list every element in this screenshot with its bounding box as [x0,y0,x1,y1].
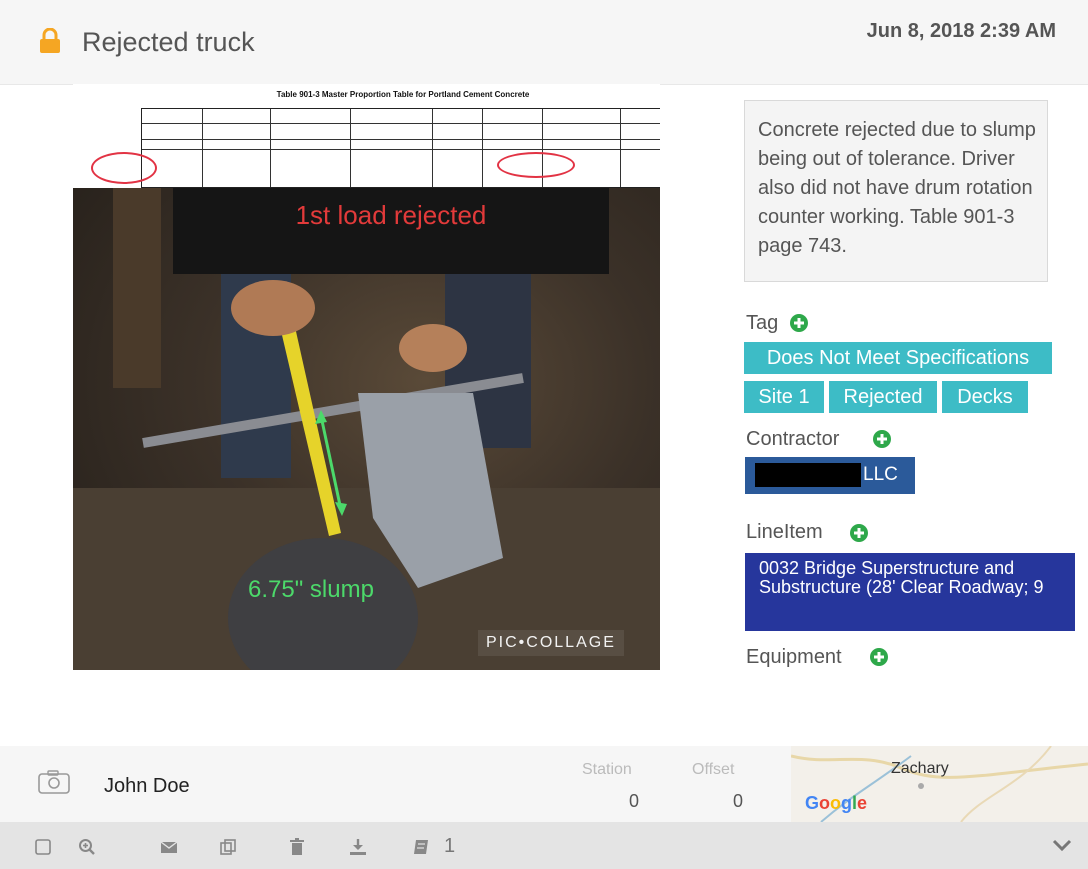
lock-icon [40,28,60,53]
copy-icon[interactable] [219,838,237,856]
station-value: 0 [629,791,640,811]
attachment-icon[interactable] [412,838,430,856]
offset-label: Offset [692,761,735,778]
map-city-label: Zachary [891,760,949,777]
tag-chip[interactable]: Site 1 [744,381,824,413]
contractor-suffix: LLC [863,464,898,485]
slump-caption: 6.75" slump [248,576,374,603]
add-tag-icon[interactable] [790,314,808,332]
tag-label: Tag [746,312,779,334]
banner-text: 1st load rejected [295,200,487,230]
report-card: Rejected truck Jun 8, 2018 2:39 AM Table… [0,0,1088,869]
watermark: PIC•COLLAGE [478,630,624,656]
tag-chip[interactable]: Rejected [829,381,937,413]
photo-banner: 1st load rejected [173,188,609,274]
highlight-circle [497,152,575,178]
tag-chip[interactable]: Does Not Meet Specifications [744,342,1052,374]
station-label: Station [582,761,632,778]
equipment-label: Equipment [746,646,842,668]
lineitem-chip[interactable]: 0032 Bridge Superstructure and Substruct… [745,553,1075,631]
add-contractor-icon[interactable] [873,430,891,448]
spec-table-title: Table 901-3 Master Proportion Table for … [276,90,530,99]
highlight-circle [91,152,157,184]
redaction-block [755,463,861,487]
note-text: Concrete rejected due to slump being out… [744,100,1048,282]
checkbox-icon[interactable] [34,838,52,856]
contractor-chip[interactable]: LLC [745,457,915,494]
location-map[interactable]: Zachary Google [791,746,1088,822]
chevron-down-icon[interactable] [1052,838,1072,852]
spec-table-image: Table 901-3 Master Proportion Table for … [73,84,660,188]
offset-value: 0 [733,791,744,811]
tag-chip[interactable]: Decks [942,381,1028,413]
report-photo[interactable]: Table 901-3 Master Proportion Table for … [73,84,660,670]
spec-table-grid [141,108,660,188]
camera-icon [38,770,70,794]
page-title: Rejected truck [82,27,255,57]
zoom-in-icon[interactable] [78,838,96,856]
add-lineitem-icon[interactable] [850,524,868,542]
download-icon[interactable] [349,838,367,856]
trash-icon[interactable] [288,838,306,856]
google-logo: Google [805,793,868,813]
author-name: John Doe [104,775,190,797]
add-equipment-icon[interactable] [870,648,888,666]
attachment-count: 1 [444,835,456,857]
contractor-label: Contractor [746,428,840,450]
card-header: Rejected truck Jun 8, 2018 2:39 AM [0,0,1088,85]
timestamp: Jun 8, 2018 2:39 AM [866,20,1056,42]
email-icon[interactable] [160,838,178,856]
lineitem-label: LineItem [746,521,823,543]
